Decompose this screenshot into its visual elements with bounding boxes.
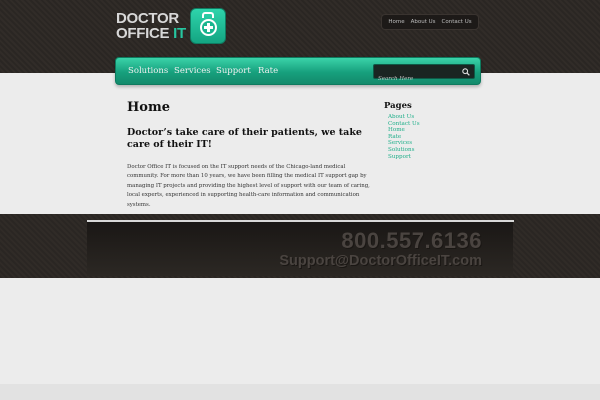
medical-bag-icon: [189, 8, 226, 44]
search-box: [373, 64, 475, 86]
sidebar-list: About Us Contact Us Home Rate Services S…: [388, 114, 464, 160]
page-title: Home: [127, 100, 170, 115]
top-nav-home[interactable]: Home: [388, 19, 404, 25]
top-nav-about-us[interactable]: About Us: [411, 19, 436, 25]
sidebar-item-rate[interactable]: Rate: [388, 134, 464, 141]
logo-it: IT: [173, 25, 186, 42]
page-subtitle: Doctor’s take care of their patients, we…: [127, 127, 362, 150]
logo-line-1: DOCTOR: [116, 10, 179, 27]
footer-email[interactable]: Support@DoctorOfficeIT.com: [279, 253, 482, 269]
intro-paragraph: Doctor Office IT is focused on the IT su…: [127, 164, 370, 208]
logo-text: DOCTOR OFFICE IT: [116, 11, 186, 41]
main-nav-support[interactable]: Support: [216, 66, 251, 76]
sidebar-item-contact-us[interactable]: Contact Us: [388, 121, 464, 128]
logo-line-2: OFFICE IT: [116, 26, 186, 41]
sidebar-heading: Pages: [384, 101, 412, 111]
sidebar-item-support[interactable]: Support: [388, 154, 464, 161]
sidebar-item-about-us[interactable]: About Us: [388, 114, 464, 121]
logo[interactable]: DOCTOR OFFICE IT: [116, 8, 226, 44]
top-nav-contact-us[interactable]: Contact Us: [442, 19, 472, 25]
search-icon[interactable]: [462, 68, 470, 76]
sidebar-item-home[interactable]: Home: [388, 127, 464, 134]
search-input[interactable]: [374, 72, 458, 86]
sidebar-item-services[interactable]: Services: [388, 140, 464, 147]
footer-phone: 800.557.6136: [341, 228, 482, 253]
sidebar: Pages About Us Contact Us Home Rate Serv…: [384, 101, 464, 160]
top-nav: Home About Us Contact Us: [381, 14, 479, 30]
main-nav-solutions[interactable]: Solutions: [128, 66, 168, 76]
main-nav-services[interactable]: Services: [174, 66, 211, 76]
bottom-bar: [0, 384, 600, 400]
main-nav: Solutions Services Support Rate: [115, 57, 481, 86]
main-content: Home Doctor’s take care of their patient…: [127, 100, 372, 210]
sidebar-item-solutions[interactable]: Solutions: [388, 147, 464, 154]
logo-office: OFFICE: [116, 25, 170, 42]
main-nav-rate[interactable]: Rate: [258, 66, 278, 76]
